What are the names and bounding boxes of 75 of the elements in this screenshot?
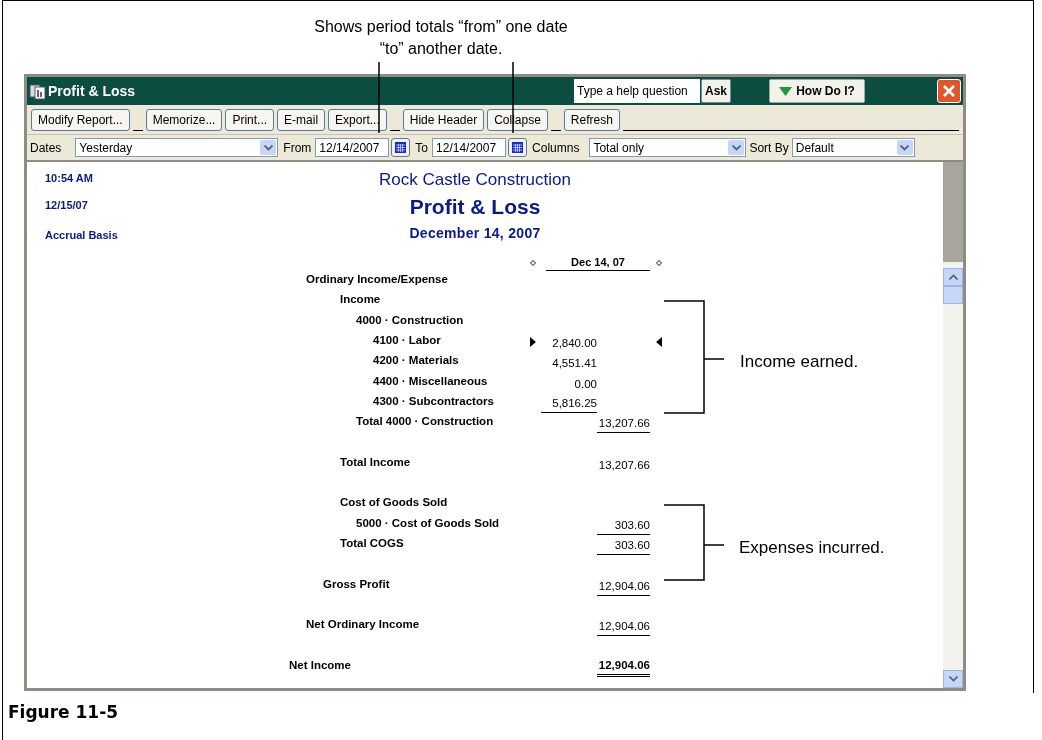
diamond-icon <box>530 260 536 266</box>
amount: 12,904.06 <box>597 657 650 677</box>
row-label: Total COGS <box>340 536 404 549</box>
report-time: 10:54 AM <box>45 171 94 186</box>
figure-caption: Figure 11-5 <box>8 701 119 724</box>
calendar-icon <box>395 142 407 153</box>
row-label: 4400 · Miscellaneous <box>373 374 488 387</box>
how-do-i-button[interactable]: How Do I? <box>769 79 865 103</box>
amount: 5,816.25 <box>541 396 597 414</box>
scroll-thumb[interactable] <box>943 286 963 304</box>
help-question-field[interactable]: Type a help question <box>574 79 700 103</box>
row-label: 4300 · Subcontractors <box>373 394 494 407</box>
triangle-left-icon <box>656 337 662 348</box>
chevron-down-icon <box>263 144 273 151</box>
company-name: Rock Castle Construction <box>379 169 571 191</box>
calendar-icon <box>512 142 524 153</box>
field-label: Columns <box>532 139 580 157</box>
callout-text: Expenses incurred. <box>739 537 885 559</box>
toolbar-button[interactable]: Hide Header <box>402 108 485 131</box>
column-header: Dec 14, 07 <box>546 255 650 271</box>
report-title: Profit & Loss <box>409 194 541 220</box>
date-field[interactable]: 12/14/2007 <box>315 138 390 157</box>
row-label: 5000 · Cost of Goods Sold <box>356 516 500 529</box>
toolbar-button[interactable]: Refresh <box>563 108 620 131</box>
amount: 12,904.06 <box>597 578 650 596</box>
row-label: Gross Profit <box>323 577 390 590</box>
dropdown[interactable]: Default <box>791 138 915 157</box>
amount: 303.60 <box>597 517 650 535</box>
amount: 12,904.06 <box>597 619 650 637</box>
amount: 2,840.00 <box>551 336 597 352</box>
callout-text: Income earned. <box>740 351 859 373</box>
field-label: Sort By <box>749 139 789 157</box>
row-label: Net Ordinary Income <box>306 618 420 631</box>
triangle-right-icon <box>530 337 536 348</box>
scroll-down-button[interactable] <box>943 670 963 688</box>
triangle-down-icon <box>779 86 793 96</box>
row-label: Total Income <box>340 455 411 468</box>
calendar-button[interactable] <box>391 138 411 157</box>
amount: 0.00 <box>573 376 597 392</box>
report-icon <box>29 82 47 100</box>
amount: 303.60 <box>597 538 650 556</box>
field-label: To <box>415 139 429 157</box>
date-field[interactable]: 12/14/2007 <box>432 138 507 157</box>
row-label: Cost of Goods Sold <box>340 496 448 509</box>
chevron-down-icon <box>900 144 910 151</box>
dropdown[interactable]: Total only <box>589 138 747 157</box>
row-label: 4100 · Labor <box>373 333 441 346</box>
calendar-button[interactable] <box>508 138 528 157</box>
amount: 13,207.66 <box>597 416 650 434</box>
row-label: 4000 · Construction <box>356 313 464 326</box>
window-title: Profit & Loss <box>48 81 136 101</box>
row-label: 4200 · Materials <box>373 354 459 367</box>
scroll-up-button[interactable] <box>943 268 963 286</box>
amount: 4,551.41 <box>551 356 597 372</box>
report-period: December 14, 2007 <box>409 224 541 243</box>
row-label: Total 4000 · Construction <box>356 415 494 428</box>
field-label: From <box>283 139 312 157</box>
close-button[interactable] <box>937 79 961 103</box>
amount: 13,207.66 <box>597 457 650 473</box>
diamond-icon <box>656 260 662 266</box>
row-label: Income <box>340 293 381 306</box>
chevron-down-icon <box>731 144 741 151</box>
toolbar-button[interactable]: E-mail <box>277 108 326 131</box>
toolbar-button[interactable]: Modify Report... <box>31 108 130 131</box>
dropdown[interactable]: Yesterday <box>75 138 279 157</box>
close-icon <box>942 84 956 98</box>
toolbar-button[interactable]: Memorize... <box>145 108 223 131</box>
report-date: 12/15/07 <box>45 197 89 213</box>
field-label: Dates <box>30 139 62 157</box>
report-basis: Accrual Basis <box>45 228 118 243</box>
toolbar-button[interactable]: Print... <box>225 108 275 131</box>
row-label: Net Income <box>289 658 351 671</box>
callout-text: Shows period totals “from” one date “to” another date. <box>313 17 569 59</box>
row-label: Ordinary Income/Expense <box>306 273 448 286</box>
ask-button[interactable]: Ask <box>701 79 731 103</box>
